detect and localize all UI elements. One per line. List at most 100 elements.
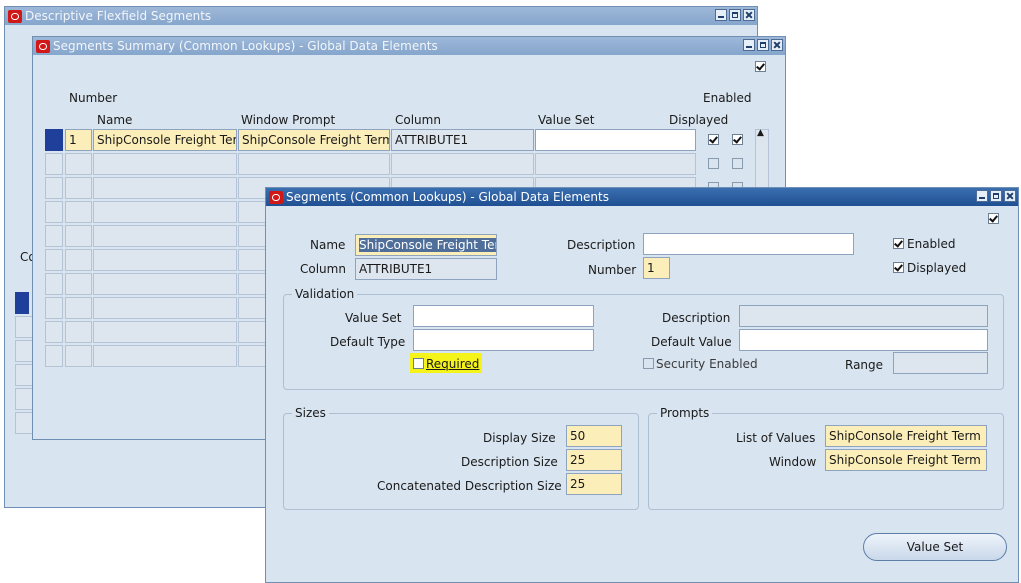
enabled-label: Enabled bbox=[907, 237, 956, 251]
description-label: Description bbox=[567, 238, 636, 252]
required-checkbox[interactable] bbox=[413, 358, 424, 369]
window-title: Segments (Common Lookups) - Global Data … bbox=[286, 190, 609, 204]
segments-titlebar[interactable]: Segments (Common Lookups) - Global Data … bbox=[266, 188, 1018, 206]
security-enabled-label: Security Enabled bbox=[656, 357, 758, 371]
row-checkbox[interactable] bbox=[732, 158, 743, 169]
row-indicator[interactable] bbox=[45, 177, 63, 199]
row-indicator[interactable] bbox=[45, 225, 63, 247]
column-field[interactable]: ATTRIBUTE1 bbox=[355, 258, 497, 280]
description-size-field[interactable]: 25 bbox=[566, 449, 622, 471]
grid-cell[interactable] bbox=[65, 297, 92, 319]
value-set-button[interactable]: Value Set bbox=[863, 533, 1007, 561]
value-set-cell[interactable] bbox=[535, 129, 696, 151]
grid-cell[interactable] bbox=[93, 201, 237, 223]
range-field[interactable] bbox=[893, 352, 988, 374]
grid-cell[interactable] bbox=[65, 177, 92, 199]
enabled-checkbox[interactable] bbox=[893, 238, 904, 249]
grid-cell[interactable] bbox=[93, 273, 237, 295]
grid-cell[interactable] bbox=[65, 153, 92, 175]
segments-record-checkbox[interactable] bbox=[988, 213, 999, 224]
default-type-field[interactable] bbox=[413, 329, 594, 351]
close-icon[interactable] bbox=[743, 9, 755, 21]
oracle-logo-icon bbox=[8, 9, 22, 23]
sizes-title: Sizes bbox=[292, 406, 329, 420]
header-enabled: Enabled bbox=[703, 91, 752, 105]
close-icon[interactable] bbox=[771, 39, 783, 51]
descriptive-flexfield-titlebar[interactable]: Descriptive Flexfield Segments bbox=[5, 7, 757, 25]
required-label: Required bbox=[426, 357, 480, 371]
grid-cell[interactable] bbox=[65, 273, 92, 295]
default-value-label: Default Value bbox=[651, 335, 732, 349]
header-displayed: Displayed bbox=[669, 113, 729, 127]
window-prompt-label: Window bbox=[769, 455, 817, 469]
grid-cell[interactable] bbox=[93, 225, 237, 247]
grid-cell[interactable] bbox=[93, 345, 237, 367]
minimize-icon[interactable] bbox=[715, 9, 727, 21]
displayed-checkbox[interactable] bbox=[708, 134, 719, 145]
header-column: Column bbox=[395, 113, 441, 127]
minimize-icon[interactable] bbox=[743, 39, 755, 51]
number-field[interactable]: 1 bbox=[643, 257, 670, 279]
grid-cell[interactable] bbox=[65, 225, 92, 247]
display-size-field[interactable]: 50 bbox=[566, 425, 622, 447]
value-set-field[interactable] bbox=[413, 305, 594, 327]
row-indicator[interactable] bbox=[45, 249, 63, 271]
enabled-checkbox[interactable] bbox=[732, 134, 743, 145]
maximize-icon[interactable] bbox=[990, 190, 1002, 202]
grid-cell[interactable] bbox=[391, 153, 534, 175]
grid-cell[interactable] bbox=[65, 345, 92, 367]
column-cell[interactable]: ATTRIBUTE1 bbox=[391, 129, 534, 151]
row-indicator[interactable] bbox=[45, 129, 63, 151]
displayed-checkbox[interactable] bbox=[893, 262, 904, 273]
list-of-values-field[interactable]: ShipConsole Freight Term bbox=[825, 425, 987, 447]
grid-cell[interactable] bbox=[65, 201, 92, 223]
description-field[interactable] bbox=[643, 233, 854, 255]
validation-description-label: Description bbox=[662, 311, 731, 325]
list-of-values-label: List of Values bbox=[736, 431, 816, 445]
window-prompt-field[interactable]: ShipConsole Freight Term bbox=[825, 449, 987, 471]
row-indicator[interactable] bbox=[45, 345, 63, 367]
validation-description-field[interactable] bbox=[739, 305, 988, 327]
close-icon[interactable] bbox=[1004, 190, 1016, 202]
maximize-icon[interactable] bbox=[729, 9, 741, 21]
validation-title: Validation bbox=[292, 287, 358, 301]
grid-cell[interactable] bbox=[93, 249, 237, 271]
grid-cell[interactable] bbox=[93, 321, 237, 343]
minimize-icon[interactable] bbox=[976, 190, 988, 202]
oracle-logo-icon bbox=[269, 190, 283, 204]
row-indicator[interactable] bbox=[45, 201, 63, 223]
row-indicator[interactable] bbox=[45, 321, 63, 343]
oracle-logo-icon bbox=[36, 39, 50, 53]
grid-cell[interactable] bbox=[238, 153, 390, 175]
segments-summary-titlebar[interactable]: Segments Summary (Common Lookups) - Glob… bbox=[33, 37, 785, 55]
column-label: Column bbox=[300, 262, 346, 276]
grid-cell[interactable] bbox=[65, 321, 92, 343]
grid-cell[interactable] bbox=[535, 153, 696, 175]
prompts-title: Prompts bbox=[657, 406, 713, 420]
row-indicator[interactable] bbox=[45, 297, 63, 319]
default-value-field[interactable] bbox=[739, 329, 988, 351]
summary-checkbox[interactable] bbox=[755, 61, 766, 72]
window-title: Descriptive Flexfield Segments bbox=[25, 9, 212, 23]
grid-cell[interactable] bbox=[65, 249, 92, 271]
grid-cell[interactable] bbox=[93, 153, 237, 175]
row-indicator[interactable] bbox=[45, 153, 63, 175]
grid-cell[interactable] bbox=[93, 297, 237, 319]
description-size-label: Description Size bbox=[461, 455, 558, 469]
concat-size-field[interactable]: 25 bbox=[566, 473, 622, 495]
row-indicator[interactable] bbox=[15, 292, 29, 314]
window-prompt-cell[interactable]: ShipConsole Freight Term bbox=[238, 129, 390, 151]
security-enabled-checkbox[interactable] bbox=[643, 358, 654, 369]
segments-window[interactable]: Segments (Common Lookups) - Global Data … bbox=[265, 187, 1019, 583]
maximize-icon[interactable] bbox=[757, 39, 769, 51]
scroll-up-icon[interactable]: ▲ bbox=[757, 128, 764, 138]
row-checkbox[interactable] bbox=[708, 158, 719, 169]
concat-size-label: Concatenated Description Size bbox=[377, 479, 562, 493]
name-field[interactable]: ShipConsole Freight Ter bbox=[355, 234, 497, 256]
name-cell[interactable]: ShipConsole Freight Ter bbox=[93, 129, 237, 151]
number-cell[interactable]: 1 bbox=[65, 129, 92, 151]
row-indicator[interactable] bbox=[45, 273, 63, 295]
value-set-label: Value Set bbox=[345, 311, 402, 325]
default-type-label: Default Type bbox=[330, 335, 406, 349]
grid-cell[interactable] bbox=[93, 177, 237, 199]
